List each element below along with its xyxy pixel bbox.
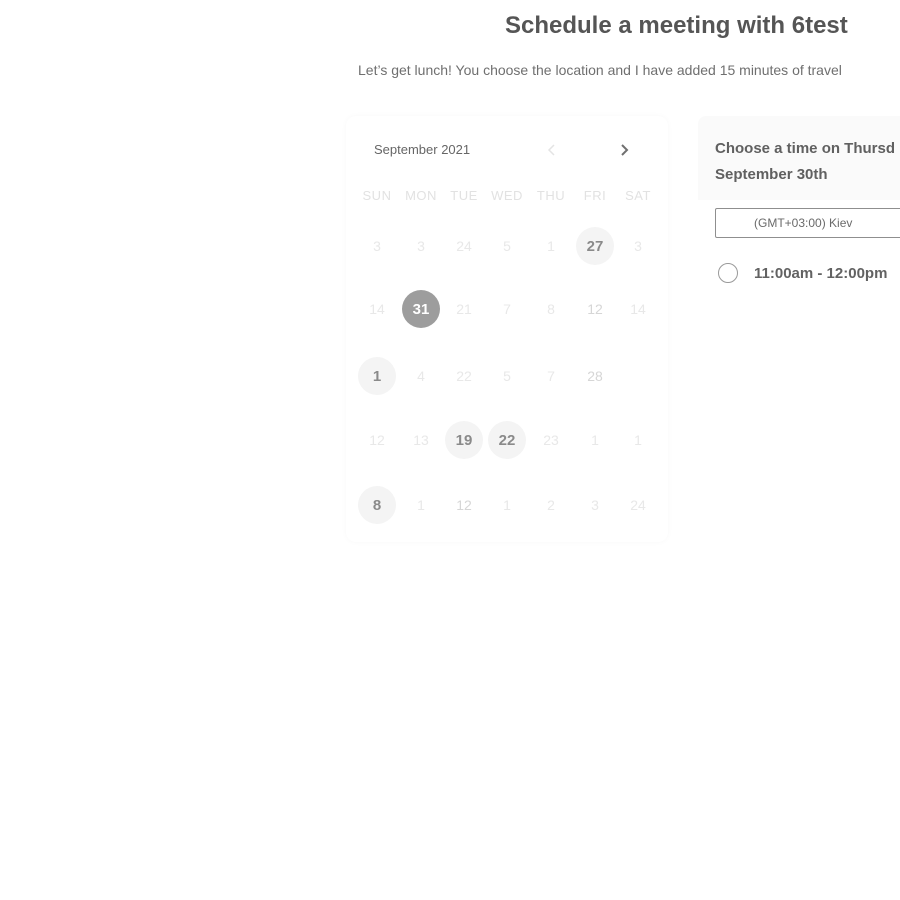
- calendar-day-available[interactable]: 8: [358, 486, 396, 524]
- weekday-label: FRI: [583, 188, 607, 203]
- calendar-day: 24: [630, 497, 646, 513]
- weekday-label: SAT: [625, 188, 651, 203]
- calendar-day: 24: [456, 238, 472, 254]
- calendar-day: 3: [373, 238, 381, 254]
- calendar-day: 5: [503, 238, 511, 254]
- page-subtitle: Let’s get lunch! You choose the location…: [358, 62, 842, 78]
- time-slot-label: 11:00am - 12:00pm: [754, 264, 888, 282]
- scheduling-page: Schedule a meeting with 6test Let’s get …: [0, 0, 900, 900]
- calendar-day: 28: [587, 368, 603, 384]
- weekday-label: THU: [536, 188, 566, 203]
- calendar-day: 1: [547, 238, 555, 254]
- time-panel-header: Choose a time on Thursd September 30th: [698, 116, 900, 200]
- calendar-day: 7: [503, 301, 511, 317]
- time-panel-heading: Choose a time on Thursd September 30th: [715, 136, 900, 188]
- calendar-day: 14: [630, 301, 646, 317]
- calendar-day: 1: [591, 432, 599, 448]
- weekday-label: MON: [405, 188, 437, 203]
- calendar-day: 12: [369, 432, 385, 448]
- calendar: September 2021 SUN MON TUE WED THU FRI SAT 3 3 2…: [346, 116, 668, 542]
- calendar-day-selected[interactable]: 31: [402, 290, 440, 328]
- time-slot-option[interactable]: 11:00am - 12:00pm: [718, 260, 887, 286]
- calendar-day: 3: [634, 238, 642, 254]
- calendar-day: 1: [417, 497, 425, 513]
- calendar-day: 3: [417, 238, 425, 254]
- calendar-day-available[interactable]: 22: [488, 421, 526, 459]
- next-month-button[interactable]: [612, 138, 636, 162]
- time-heading-line2: September 30th: [715, 166, 828, 183]
- time-slot-radio[interactable]: [718, 263, 738, 283]
- calendar-day: 21: [456, 301, 472, 317]
- calendar-day: 1: [503, 497, 511, 513]
- calendar-day: 22: [456, 368, 472, 384]
- calendar-day: 2: [547, 497, 555, 513]
- calendar-day: 5: [503, 368, 511, 384]
- chevron-right-icon: [621, 144, 629, 156]
- calendar-day: 23: [543, 432, 559, 448]
- weekday-label: TUE: [450, 188, 478, 203]
- time-panel: Choose a time on Thursd September 30th (…: [698, 116, 900, 296]
- timezone-select[interactable]: (GMT+03:00) Kiev: [715, 208, 900, 238]
- chevron-left-icon: [547, 144, 555, 156]
- calendar-day: 3: [591, 497, 599, 513]
- calendar-day: 8: [547, 301, 555, 317]
- page-title: Schedule a meeting with 6test: [505, 12, 848, 39]
- calendar-day: 12: [456, 497, 472, 513]
- calendar-day-available[interactable]: 1: [358, 357, 396, 395]
- calendar-day: 7: [547, 368, 555, 384]
- weekday-label: WED: [491, 188, 523, 203]
- month-label: September 2021: [374, 142, 471, 157]
- calendar-day: 1: [634, 432, 642, 448]
- calendar-day-available[interactable]: 19: [445, 421, 483, 459]
- calendar-day-available[interactable]: 27: [576, 227, 614, 265]
- weekday-label: SUN: [362, 188, 392, 203]
- prev-month-button[interactable]: [540, 138, 564, 162]
- calendar-day: 4: [417, 368, 425, 384]
- time-heading-line1: Choose a time on Thursd: [715, 140, 896, 157]
- calendar-day: 13: [413, 432, 429, 448]
- calendar-day: 12: [587, 301, 603, 317]
- calendar-day: 14: [369, 301, 385, 317]
